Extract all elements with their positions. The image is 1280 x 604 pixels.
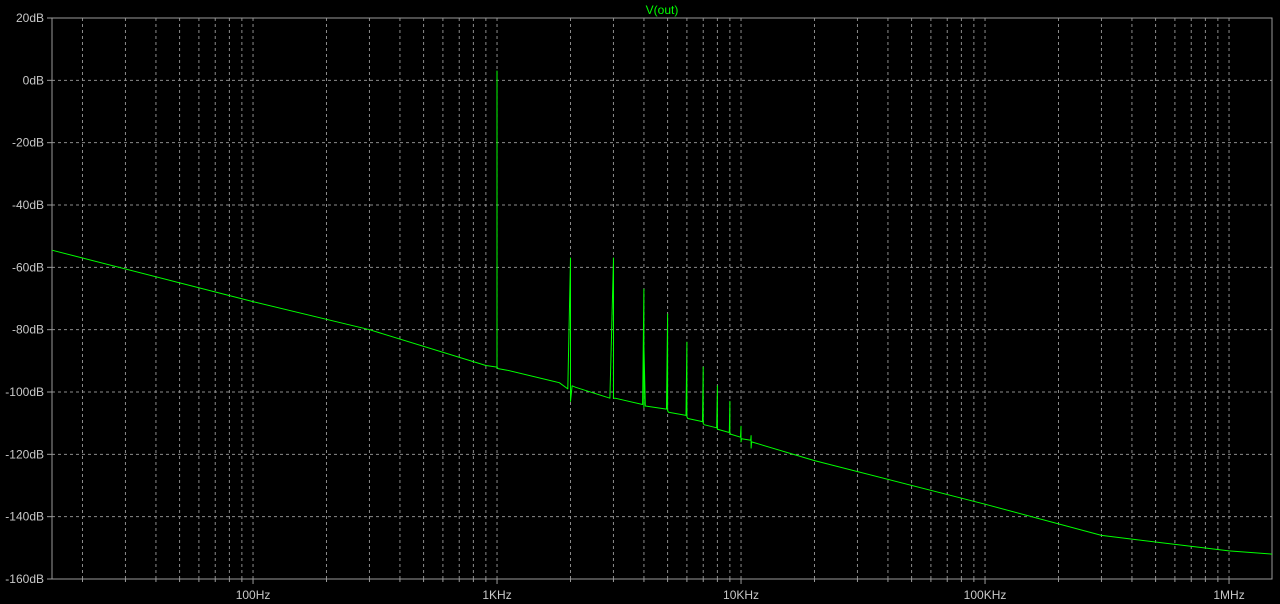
y-tick-label: -100dB: [5, 385, 44, 399]
y-tick-label: -40dB: [12, 198, 44, 212]
y-tick-label: 20dB: [16, 11, 44, 25]
y-tick-label: -140dB: [5, 510, 44, 524]
chart-title[interactable]: V(out): [646, 3, 679, 17]
x-tick-label: 100Hz: [236, 588, 271, 602]
y-tick-label: -160dB: [5, 572, 44, 586]
x-tick-label: 100KHz: [964, 588, 1007, 602]
y-tick-label: -120dB: [5, 447, 44, 461]
y-tick-label: -60dB: [12, 260, 44, 274]
plot-background: [0, 0, 1280, 604]
y-tick-label: -80dB: [12, 323, 44, 337]
y-tick-label: 0dB: [23, 73, 44, 87]
x-tick-label: 1KHz: [482, 588, 511, 602]
x-tick-label: 1MHz: [1213, 588, 1244, 602]
x-tick-label: 10KHz: [723, 588, 759, 602]
y-tick-label: -20dB: [12, 136, 44, 150]
plot-svg: 20dB 0dB -20dB -40dB -60dB -80dB -100dB -120dB -…: [0, 0, 1280, 604]
